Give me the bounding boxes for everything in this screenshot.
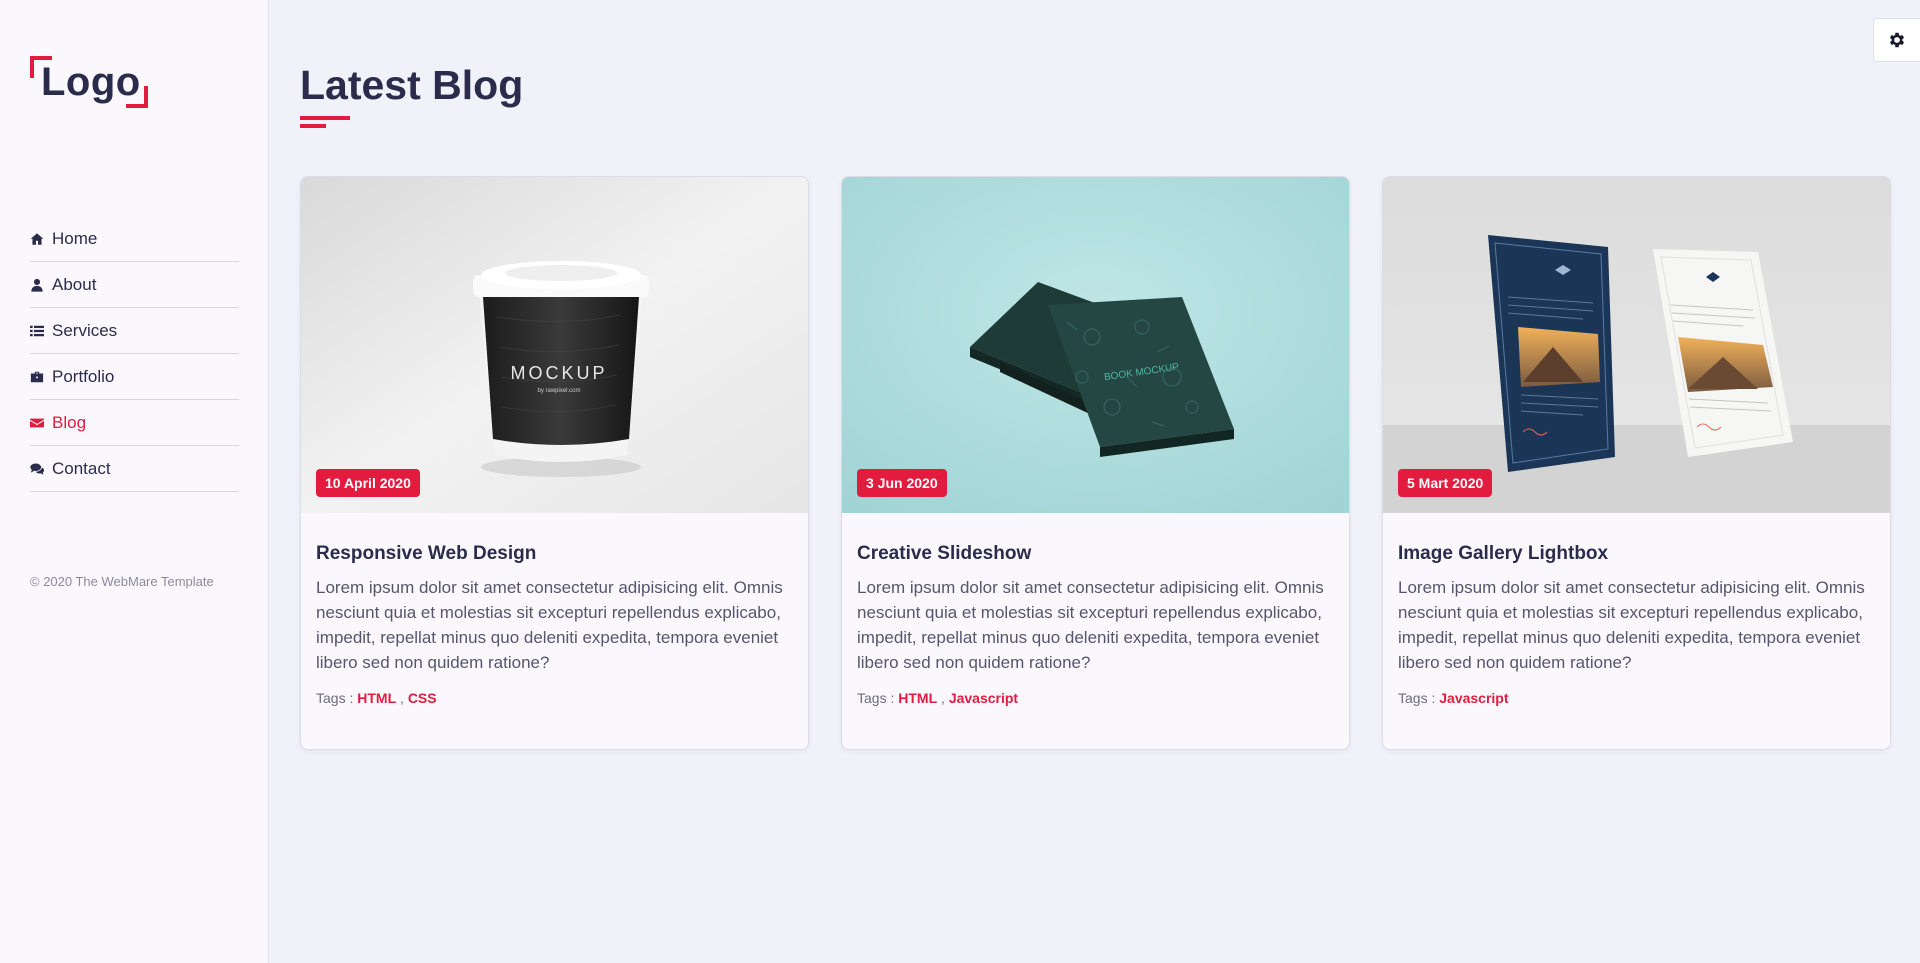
date-badge: 5 Mart 2020 <box>1398 469 1493 497</box>
sidebar-nav: Home About Services Portfolio Blog Conta… <box>30 216 239 492</box>
svg-text:by rawpixel.com: by rawpixel.com <box>537 388 580 394</box>
card-tags: Tags : HTML , CSS <box>316 690 437 706</box>
sidebar-item-contact[interactable]: Contact <box>30 446 239 492</box>
home-icon <box>30 232 50 246</box>
sidebar-item-label: Services <box>52 320 118 340</box>
blog-cards: MOCKUP by rawpixel.com 10 April 2020 Res… <box>300 176 1891 750</box>
sidebar-item-label: Home <box>52 228 98 248</box>
settings-button[interactable] <box>1873 18 1920 62</box>
card-tags: Tags : Javascript <box>1398 690 1874 706</box>
blog-card[interactable]: 5 Mart 2020 Image Gallery Lightbox Lorem… <box>1382 176 1891 750</box>
sidebar-item-label: About <box>52 274 97 294</box>
book-mockup-image[interactable]: BOOK MOCKUP 3 Jun 2020 <box>842 177 1349 513</box>
tag-link[interactable]: Javascript <box>1439 690 1508 706</box>
sidebar-item-services[interactable]: Services <box>30 308 239 354</box>
logo-corner-bottom-right <box>126 86 148 108</box>
sidebar: Logo Home About Services Portfolio Blog … <box>0 0 269 963</box>
card-excerpt: Lorem ipsum dolor sit amet consectetur a… <box>857 578 1324 672</box>
briefcase-icon <box>30 370 50 384</box>
svg-text:MOCKUP: MOCKUP <box>510 363 607 383</box>
card-excerpt: Lorem ipsum dolor sit amet consectetur a… <box>1398 578 1865 672</box>
tag-link[interactable]: CSS <box>408 690 437 706</box>
coffee-cup-mockup-image[interactable]: MOCKUP by rawpixel.com 10 April 2020 <box>301 177 808 513</box>
card-body: Responsive Web Design Lorem ipsum dolor … <box>301 513 808 706</box>
sidebar-item-home[interactable]: Home <box>30 216 239 262</box>
card-body: Image Gallery Lightbox Lorem ipsum dolor… <box>1383 513 1890 706</box>
title-underline <box>300 116 350 128</box>
letterhead-mockup-image[interactable]: 5 Mart 2020 <box>1383 177 1890 513</box>
sidebar-item-portfolio[interactable]: Portfolio <box>30 354 239 400</box>
tag-link[interactable]: HTML <box>357 690 396 706</box>
list-icon <box>30 324 50 338</box>
user-icon <box>30 278 50 292</box>
sidebar-item-label: Portfolio <box>52 366 115 386</box>
card-body: Creative Slideshow Lorem ipsum dolor sit… <box>842 513 1349 706</box>
sidebar-item-label: Contact <box>52 458 111 478</box>
card-tags: Tags : HTML , Javascript <box>857 690 1019 706</box>
date-badge: 3 Jun 2020 <box>857 469 947 497</box>
page-title: Latest Blog <box>300 62 524 108</box>
sidebar-item-about[interactable]: About <box>30 262 239 308</box>
sidebar-item-label: Blog <box>52 412 87 432</box>
tags-label: Tags : <box>857 690 895 706</box>
blog-card[interactable]: BOOK MOCKUP 3 Jun 2020 Creative Slidesho… <box>841 176 1350 750</box>
copyright-text: © 2020 The WebMare Template <box>30 574 214 589</box>
card-title[interactable]: Image Gallery Lightbox <box>1398 543 1874 565</box>
card-title[interactable]: Responsive Web Design <box>316 543 792 565</box>
blog-card[interactable]: MOCKUP by rawpixel.com 10 April 2020 Res… <box>300 176 809 750</box>
tags-label: Tags : <box>1398 690 1436 706</box>
card-excerpt: Lorem ipsum dolor sit amet consectetur a… <box>316 578 783 672</box>
tag-link[interactable]: HTML <box>898 690 937 706</box>
logo[interactable]: Logo <box>30 56 148 108</box>
tag-link[interactable]: Javascript <box>949 690 1018 706</box>
envelope-icon <box>30 416 50 430</box>
date-badge: 10 April 2020 <box>316 469 420 497</box>
sidebar-item-blog[interactable]: Blog <box>30 400 239 446</box>
card-title[interactable]: Creative Slideshow <box>857 543 1333 565</box>
comments-icon <box>30 462 50 476</box>
tags-label: Tags : <box>316 690 354 706</box>
gear-icon <box>1889 32 1905 48</box>
